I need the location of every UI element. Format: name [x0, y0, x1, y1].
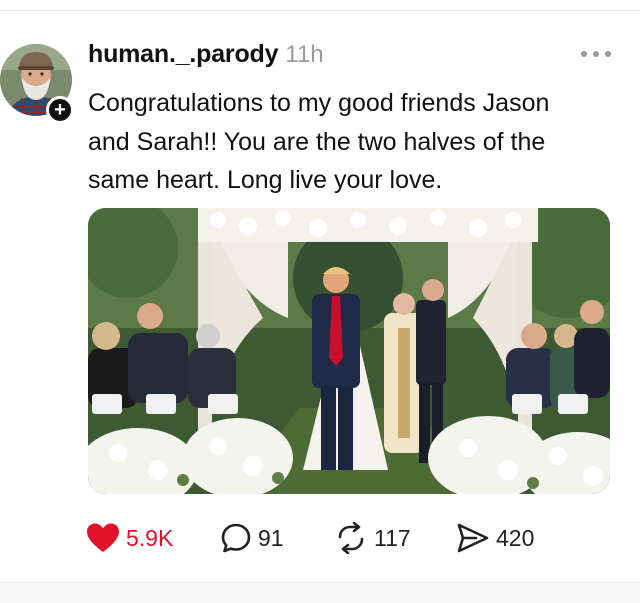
repost-button[interactable]: 117: [334, 520, 411, 556]
username[interactable]: human._.parody: [88, 40, 278, 69]
repost-icon: [338, 522, 364, 554]
post-text-line: and Sarah!! You are the two halves of th…: [88, 127, 546, 156]
post-text: Congratulations to my good friends Jason…: [88, 84, 628, 200]
dot: [605, 51, 611, 57]
post-text-line: Congratulations to my good friends Jason: [88, 89, 550, 117]
share-button[interactable]: 420: [456, 520, 534, 556]
share-count: 420: [496, 524, 535, 551]
like-count: 5.9K: [126, 524, 174, 551]
timestamp: 11h: [285, 41, 324, 68]
comment-count: 91: [258, 524, 284, 551]
heart-icon: [87, 523, 119, 552]
repost-count: 117: [374, 524, 411, 551]
dot: [593, 51, 599, 57]
top-divider: [0, 10, 640, 11]
action-bar: 5.9K 91 117 420: [86, 520, 626, 556]
post-image[interactable]: [88, 208, 610, 494]
like-button[interactable]: 5.9K: [86, 520, 173, 556]
comment-icon: [221, 523, 251, 553]
more-dots-icon[interactable]: [581, 44, 611, 64]
dot: [581, 51, 587, 57]
send-icon: [457, 523, 489, 553]
next-post-edge: [0, 583, 640, 603]
comment-button[interactable]: 91: [220, 520, 284, 556]
post-header: human._.parody 11h: [88, 40, 324, 74]
post-text-line: same heart. Long live your love.: [88, 166, 443, 194]
follow-plus-icon[interactable]: +: [46, 96, 74, 124]
